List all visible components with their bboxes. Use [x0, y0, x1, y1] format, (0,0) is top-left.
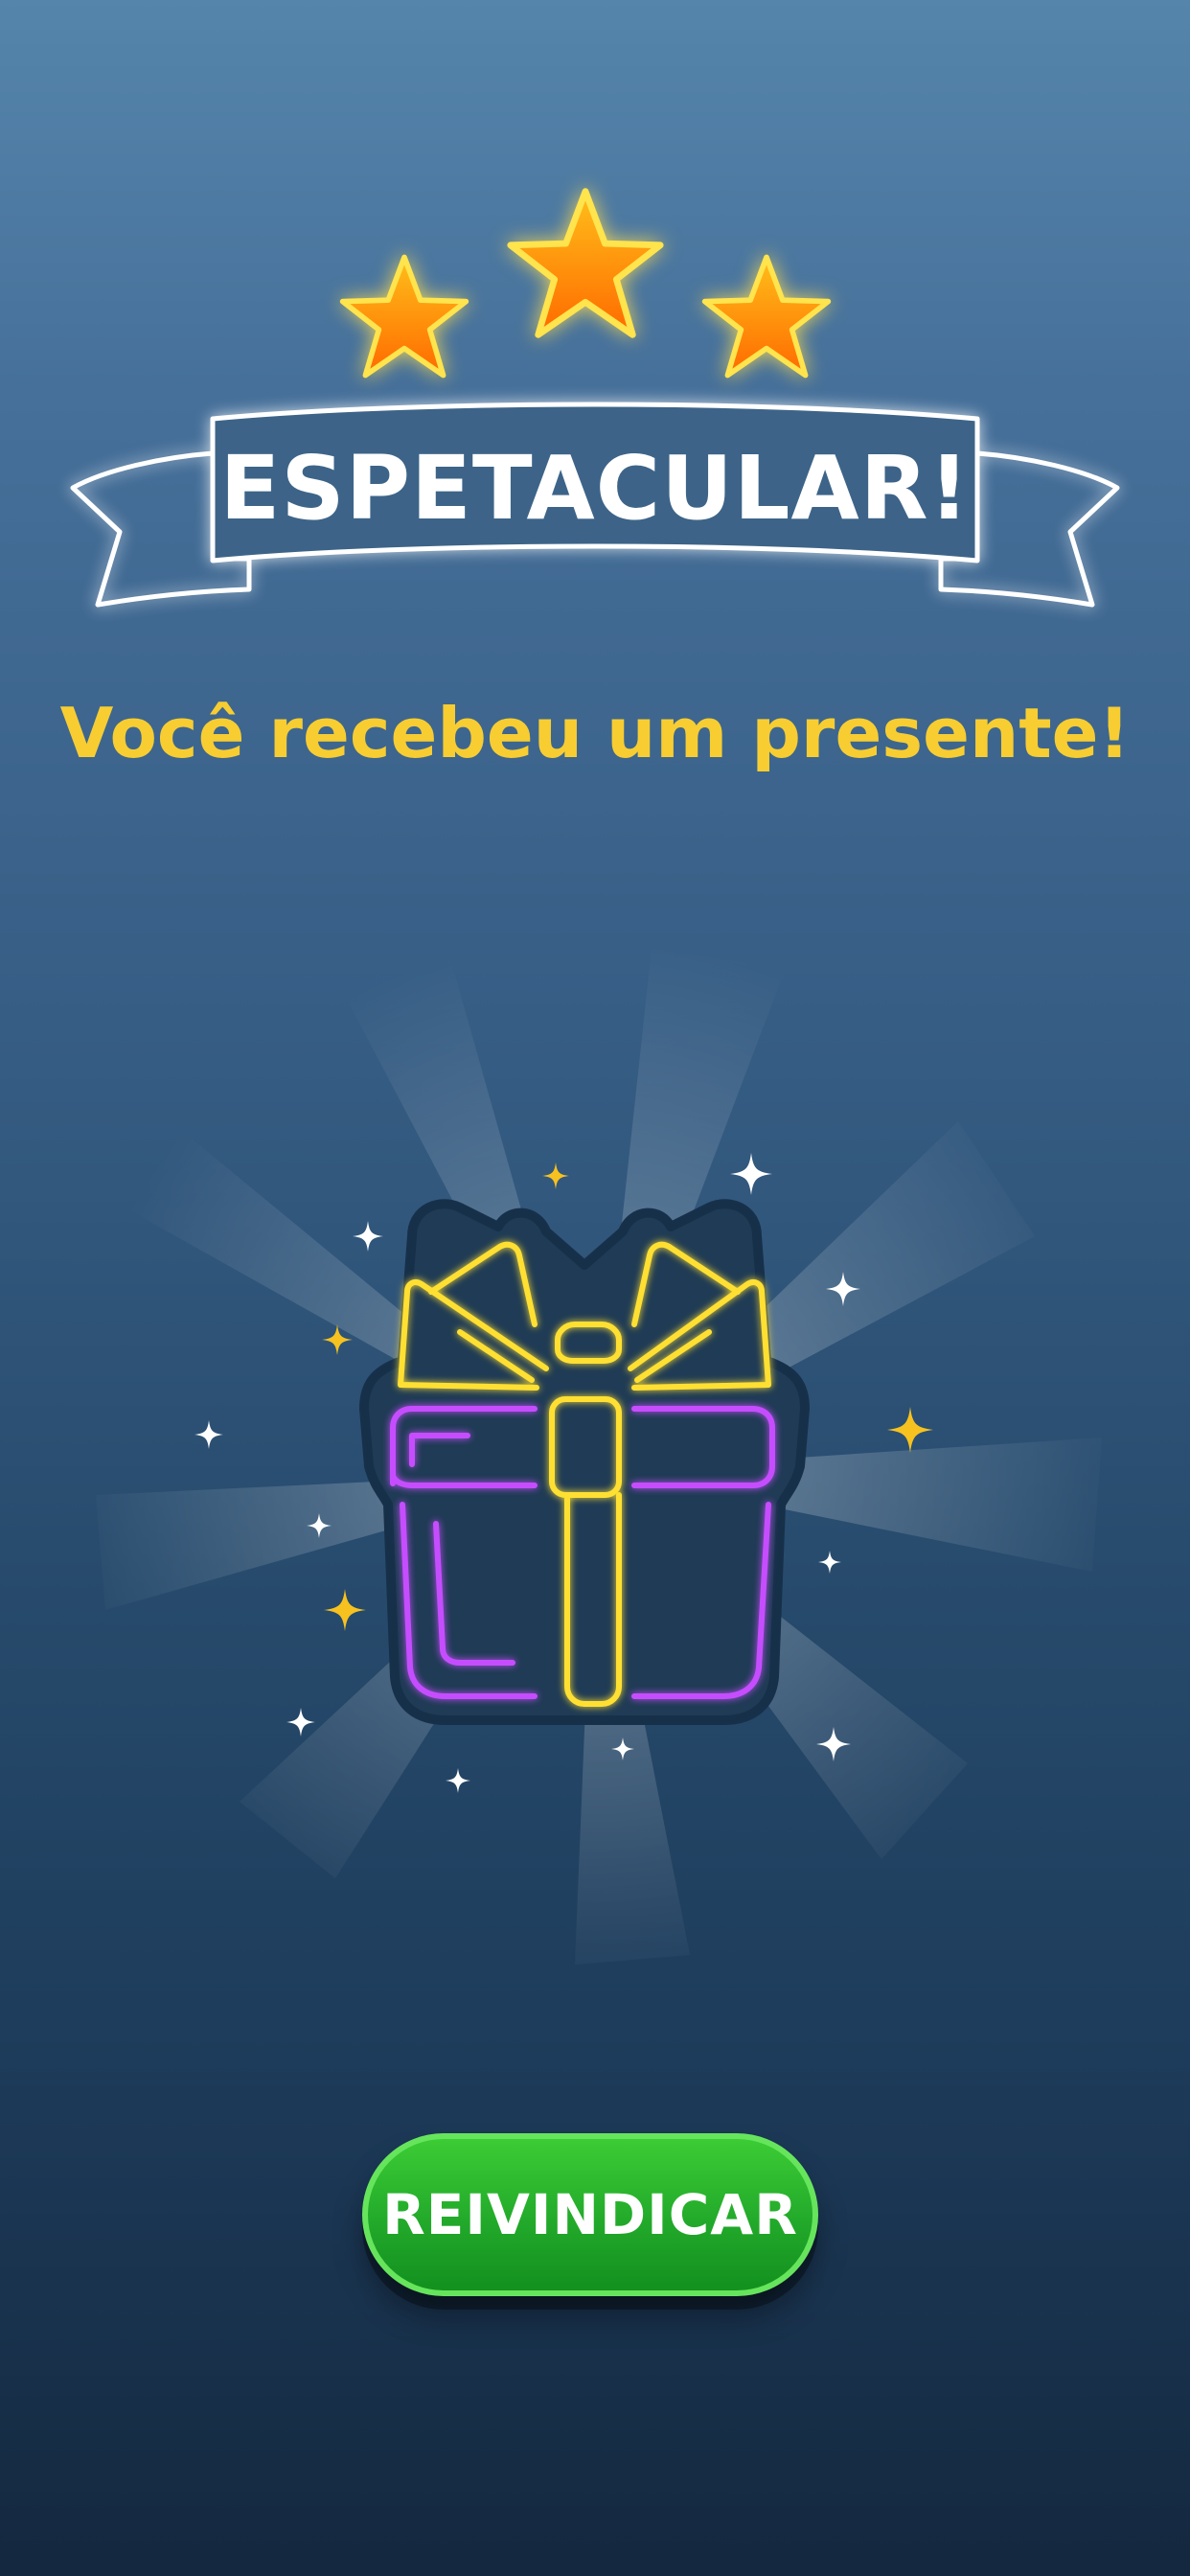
- star-icon: [339, 254, 469, 379]
- banner-title: ESPETACULAR!: [219, 437, 971, 540]
- title-banner: ESPETACULAR!: [57, 379, 1133, 628]
- gift-box-icon: [359, 1199, 810, 1725]
- star-rating: [0, 172, 1190, 402]
- claim-button[interactable]: REIVINDICAR: [362, 2133, 818, 2296]
- gift-message: Você recebeu um presente!: [59, 693, 1131, 773]
- star-icon: [507, 188, 664, 338]
- star-icon: [701, 254, 832, 379]
